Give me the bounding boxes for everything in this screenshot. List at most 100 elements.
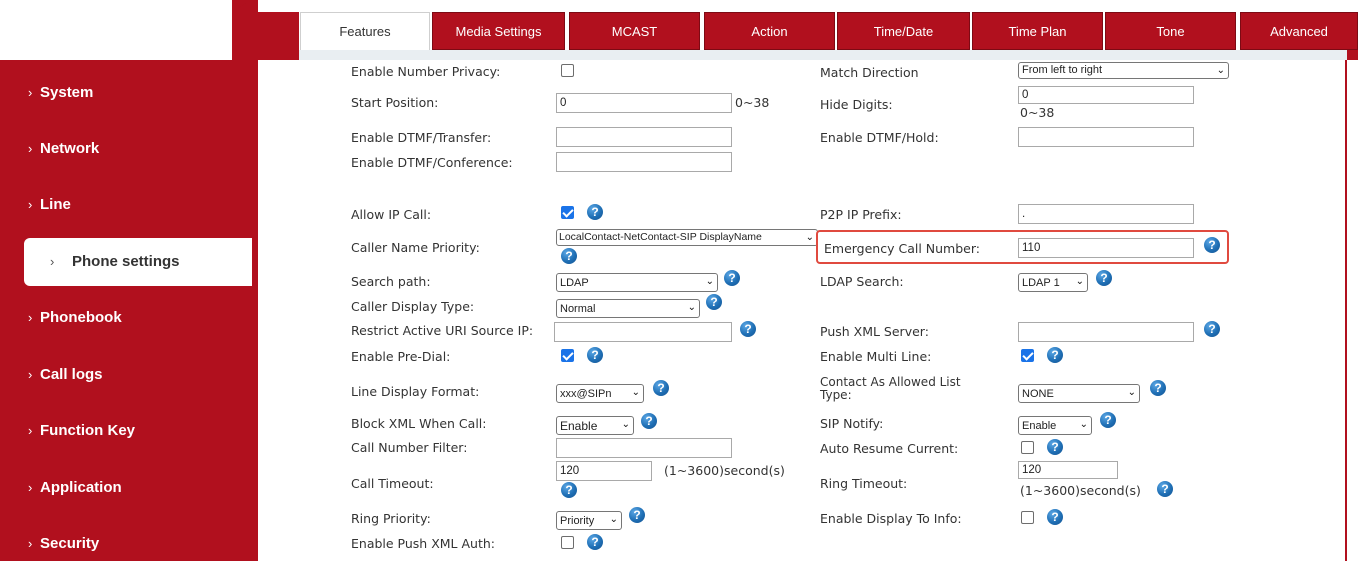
help-icon[interactable]: ? — [1100, 412, 1116, 428]
match-direction-select[interactable]: From left to right ⌄ — [1018, 62, 1229, 79]
help-icon[interactable]: ? — [1047, 509, 1063, 525]
line-display-format-select[interactable]: xxx@SIPn ⌄ — [556, 384, 644, 403]
help-icon[interactable]: ? — [1204, 321, 1220, 337]
dtmf-conference-input[interactable] — [556, 152, 732, 172]
chevron-right-icon: › — [50, 254, 55, 269]
help-icon[interactable]: ? — [587, 204, 603, 220]
block-xml-label: Block XML When Call: — [351, 416, 487, 431]
caller-name-priority-label: Caller Name Priority: — [351, 240, 480, 255]
ring-priority-select[interactable]: Priority ⌄ — [556, 511, 622, 530]
sidebar-item-label: Phonebook — [40, 309, 122, 326]
help-icon[interactable]: ? — [641, 413, 657, 429]
display-to-info-checkbox[interactable] — [1021, 511, 1034, 524]
help-icon[interactable]: ? — [561, 482, 577, 498]
push-xml-server-input[interactable] — [1018, 322, 1194, 342]
help-icon[interactable]: ? — [1150, 380, 1166, 396]
chevron-down-icon: ⌄ — [609, 514, 618, 525]
allow-ip-call-checkbox[interactable] — [561, 206, 574, 219]
chevron-right-icon: › — [28, 480, 33, 495]
hide-digits-label: Hide Digits: — [820, 97, 893, 112]
caller-display-type-select[interactable]: Normal ⌄ — [556, 299, 700, 318]
select-value: LDAP — [560, 277, 589, 289]
dtmf-transfer-label: Enable DTMF/Transfer: — [351, 130, 492, 145]
help-icon[interactable]: ? — [706, 294, 722, 310]
help-icon[interactable]: ? — [1204, 237, 1220, 253]
ring-timeout-input[interactable]: 120 — [1018, 461, 1118, 479]
sidebar-item-network[interactable]: › Network — [0, 127, 252, 171]
select-value: Priority — [560, 515, 595, 527]
sip-notify-select[interactable]: Enable ⌄ — [1018, 416, 1092, 435]
select-value: LocalContact-NetContact-SIP DisplayName — [559, 231, 762, 243]
help-icon[interactable]: ? — [740, 321, 756, 337]
push-xml-auth-checkbox[interactable] — [561, 536, 574, 549]
sidebar-item-label: Security — [40, 535, 100, 552]
chevron-down-icon: ⌄ — [1127, 387, 1136, 398]
sidebar-item-phonebook[interactable]: › Phonebook — [0, 296, 252, 340]
sidebar-item-label: Application — [40, 479, 122, 496]
auto-resume-label: Auto Resume Current: — [820, 441, 959, 456]
sidebar-item-application[interactable]: › Application — [0, 466, 252, 510]
select-value: LDAP 1 — [1022, 277, 1060, 289]
search-path-label: Search path: — [351, 274, 431, 289]
auto-resume-checkbox[interactable] — [1021, 441, 1034, 454]
help-icon[interactable]: ? — [653, 380, 669, 396]
help-icon[interactable]: ? — [587, 534, 603, 550]
sidebar-item-label: Function Key — [40, 422, 136, 439]
help-icon[interactable]: ? — [1047, 439, 1063, 455]
sidebar-item-line[interactable]: › Line — [0, 183, 252, 227]
restrict-uri-label: Restrict Active URI Source IP: — [351, 323, 534, 338]
help-icon[interactable]: ? — [587, 347, 603, 363]
tab-advanced[interactable]: Advanced — [1240, 12, 1358, 50]
block-xml-select[interactable]: Enable ⌄ — [556, 416, 634, 435]
multi-line-checkbox[interactable] — [1021, 349, 1034, 362]
sidebar-item-system[interactable]: › System — [0, 71, 252, 115]
tab-time-plan[interactable]: Time Plan — [972, 12, 1103, 50]
help-icon[interactable]: ? — [1157, 481, 1173, 497]
help-icon[interactable]: ? — [1047, 347, 1063, 363]
sidebar-item-label: Line — [40, 196, 71, 213]
help-icon[interactable]: ? — [561, 248, 577, 264]
sidebar-item-function-key[interactable]: › Function Key — [0, 409, 252, 453]
tab-media-settings[interactable]: Media Settings — [432, 12, 565, 50]
caller-name-priority-select[interactable]: LocalContact-NetContact-SIP DisplayName ⌄ — [556, 229, 818, 246]
pre-dial-checkbox[interactable] — [561, 349, 574, 362]
p2p-prefix-input[interactable]: . — [1018, 204, 1194, 224]
allow-ip-call-label: Allow IP Call: — [351, 207, 432, 222]
tab-time-date[interactable]: Time/Date — [837, 12, 970, 50]
dtmf-hold-input[interactable] — [1018, 127, 1194, 147]
sidebar-item-security[interactable]: › Security — [0, 522, 252, 561]
chevron-down-icon: ⌄ — [621, 419, 630, 430]
chevron-right-icon: › — [28, 367, 33, 382]
tab-tone[interactable]: Tone — [1105, 12, 1236, 50]
start-position-input[interactable]: 0 — [556, 93, 732, 113]
sidebar-item-call-logs[interactable]: › Call logs — [0, 353, 252, 397]
tab-mcast[interactable]: MCAST — [569, 12, 700, 50]
dtmf-transfer-input[interactable] — [556, 127, 732, 147]
contact-allowed-select[interactable]: NONE ⌄ — [1018, 384, 1140, 403]
help-icon[interactable]: ? — [724, 270, 740, 286]
tab-features[interactable]: Features — [300, 12, 430, 50]
ldap-search-select[interactable]: LDAP 1 ⌄ — [1018, 273, 1088, 292]
chevron-down-icon: ⌄ — [631, 387, 640, 398]
sidebar-header — [0, 0, 258, 60]
search-path-select[interactable]: LDAP ⌄ — [556, 273, 718, 292]
call-timeout-label: Call Timeout: — [351, 476, 434, 491]
sidebar-item-phone-settings[interactable]: › Phone settings — [24, 238, 252, 286]
call-number-filter-input[interactable] — [556, 438, 732, 458]
help-icon[interactable]: ? — [1096, 270, 1112, 286]
call-timeout-range: (1~3600)second(s) — [664, 463, 785, 478]
pre-dial-label: Enable Pre-Dial: — [351, 349, 451, 364]
chevron-right-icon: › — [28, 197, 33, 212]
tab-action[interactable]: Action — [704, 12, 835, 50]
help-icon[interactable]: ? — [629, 507, 645, 523]
restrict-uri-input[interactable] — [554, 322, 732, 342]
number-privacy-checkbox[interactable] — [561, 64, 574, 77]
select-value: NONE — [1022, 388, 1054, 400]
chevron-right-icon: › — [28, 310, 33, 325]
push-xml-server-label: Push XML Server: — [820, 324, 929, 339]
call-timeout-input[interactable]: 120 — [556, 461, 652, 481]
hide-digits-input[interactable]: 0 — [1018, 86, 1194, 104]
dtmf-hold-label: Enable DTMF/Hold: — [820, 130, 939, 145]
emergency-number-input[interactable]: 110 — [1018, 238, 1194, 258]
caller-display-type-label: Caller Display Type: — [351, 299, 475, 314]
